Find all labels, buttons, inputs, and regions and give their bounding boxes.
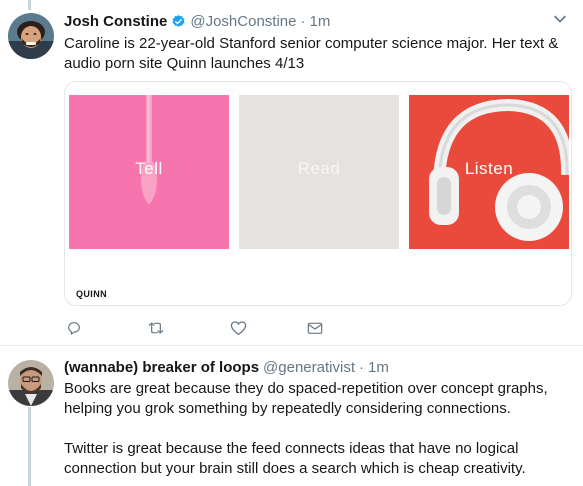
card-panel-label: Read <box>297 159 341 178</box>
card-panel-tell: Tell <box>69 95 229 249</box>
card-panel-listen: Listen <box>409 95 569 249</box>
card-panel-label: Listen <box>464 159 514 178</box>
avatar[interactable] <box>8 360 54 406</box>
author-name[interactable]: (wannabe) breaker of loops <box>64 359 259 376</box>
tweet-text: Books are great because they do spaced-r… <box>64 379 569 479</box>
chevron-down-icon[interactable] <box>553 12 567 26</box>
thread-line <box>28 407 31 486</box>
avatar[interactable] <box>8 13 54 59</box>
timeline: Josh Constine @JoshConstine · 1m Carolin… <box>0 0 583 486</box>
separator: · <box>358 358 364 376</box>
timestamp[interactable]: 1m <box>309 13 330 30</box>
tweet[interactable]: (wannabe) breaker of loops @generativist… <box>0 347 583 486</box>
avatar-image <box>8 360 54 406</box>
retweet-button[interactable] <box>146 318 166 338</box>
tweet[interactable]: Josh Constine @JoshConstine · 1m Carolin… <box>0 0 583 346</box>
card-brand: QUINN <box>76 289 107 299</box>
tweet-header: (wannabe) breaker of loops @generativist… <box>64 357 543 377</box>
reply-button[interactable] <box>64 318 84 338</box>
author-name[interactable]: Josh Constine <box>64 13 167 30</box>
thread-line <box>28 0 31 10</box>
verified-badge-icon <box>172 14 185 27</box>
timestamp[interactable]: 1m <box>368 359 389 376</box>
tweet-header: Josh Constine @JoshConstine · 1m <box>64 11 543 31</box>
author-handle[interactable]: @generativist <box>263 359 355 376</box>
card-panel-label: Tell <box>135 159 163 178</box>
separator: · <box>300 12 306 30</box>
direct-message-button[interactable] <box>305 318 325 338</box>
tweet-paragraph: Books are great because they do spaced-r… <box>64 380 548 417</box>
retweet-icon <box>148 322 164 334</box>
link-card[interactable]: Tell Read Listen QUINN <box>64 81 572 306</box>
tweet-text: Caroline is 22-year-old Stanford senior … <box>64 35 559 72</box>
direct-message-icon <box>307 322 323 334</box>
card-panel-read: Read <box>239 95 399 249</box>
tweet-actions <box>64 318 364 338</box>
avatar-image <box>8 13 54 59</box>
author-handle[interactable]: @JoshConstine <box>190 13 296 30</box>
reply-icon <box>68 322 80 335</box>
like-button[interactable] <box>228 318 248 338</box>
like-icon <box>230 321 246 336</box>
tweet-paragraph: Twitter is great because the feed connec… <box>64 440 526 477</box>
